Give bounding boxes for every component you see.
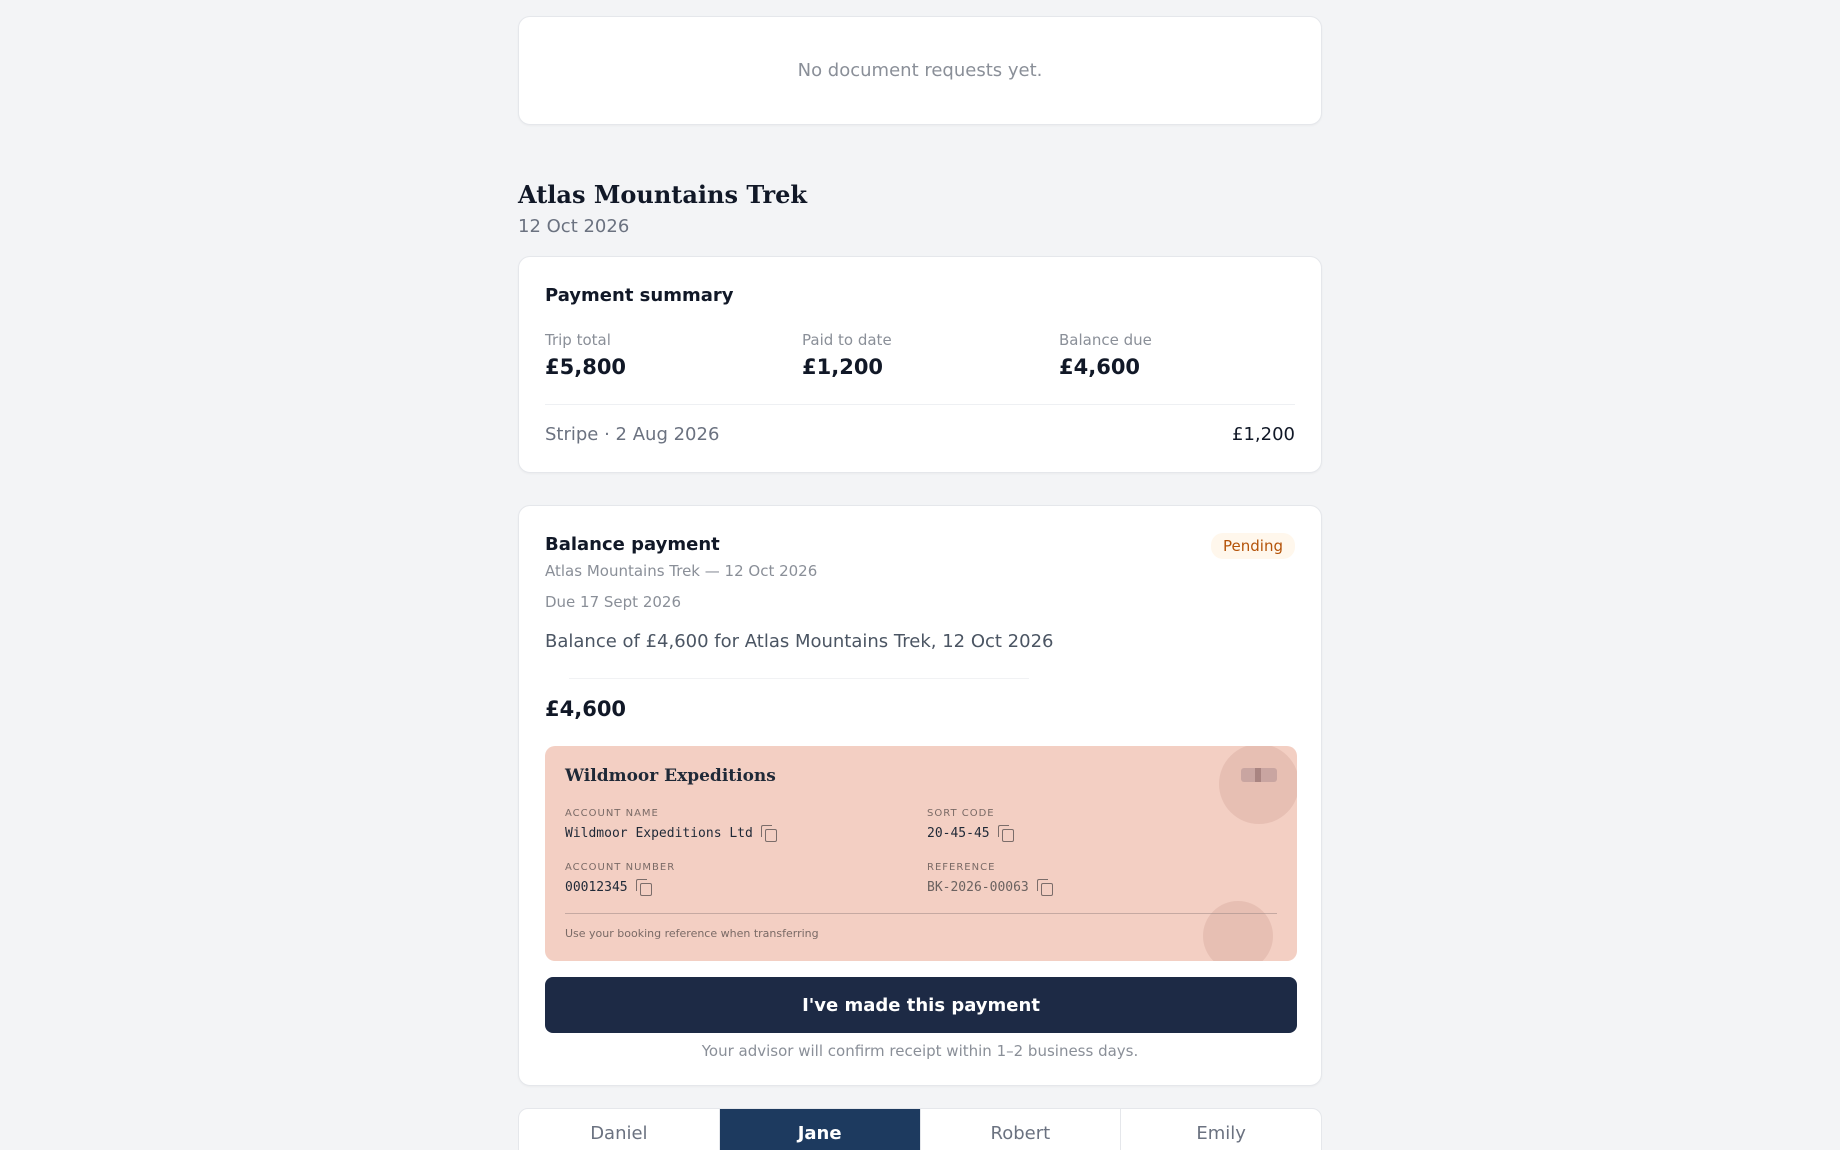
trip-title: Atlas Mountains Trek — [518, 180, 808, 209]
due-date: Due 17 Sept 2026 — [545, 593, 682, 611]
decorative-circle — [1219, 746, 1297, 824]
copy-icon[interactable] — [760, 825, 777, 842]
field-label: ACCOUNT NUMBER — [565, 862, 676, 873]
stat-value: £4,600 — [1059, 355, 1141, 379]
stat-paid-to-date: Paid to date £1,200 — [802, 331, 892, 379]
stat-value: £1,200 — [802, 355, 884, 379]
bank-note: Use your booking reference when transfer… — [565, 927, 819, 940]
account-number-field: ACCOUNT NUMBER 00012345 — [565, 862, 676, 896]
field-value-row: BK-2026-00063 — [927, 879, 1053, 896]
copy-icon[interactable] — [1036, 879, 1053, 896]
divider — [569, 678, 1029, 679]
field-label: SORT CODE — [927, 808, 995, 819]
field-value-row: 20-45-45 — [927, 825, 1014, 842]
tab-jane[interactable]: Jane — [719, 1109, 921, 1150]
payment-summary-heading: Payment summary — [545, 285, 734, 306]
account-number-value: 00012345 — [565, 879, 628, 895]
balance-payment-card: Balance payment Pending Atlas Mountains … — [518, 505, 1322, 1086]
stat-balance-due: Balance due £4,600 — [1059, 331, 1152, 379]
sort-code-value: 20-45-45 — [927, 825, 990, 841]
stat-label: Balance due — [1059, 331, 1152, 349]
stat-label: Paid to date — [802, 331, 892, 349]
balance-payment-subtitle: Atlas Mountains Trek — 12 Oct 2026 — [545, 562, 818, 580]
copy-icon[interactable] — [635, 879, 652, 896]
divider — [565, 913, 1277, 914]
card-chip-icon — [1241, 768, 1277, 782]
decorative-circle — [1203, 901, 1273, 961]
transaction-row: Stripe · 2 Aug 2026 £1,200 — [545, 424, 1295, 445]
trip-date: 12 Oct 2026 — [518, 216, 630, 237]
payment-made-button[interactable]: I've made this payment — [545, 977, 1297, 1033]
sort-code-field: SORT CODE 20-45-45 — [927, 808, 1014, 842]
account-name-field: ACCOUNT NAME Wildmoor Expeditions Ltd — [565, 808, 777, 842]
payment-summary-card: Payment summary Trip total £5,800 Paid t… — [518, 256, 1322, 473]
documents-empty-text: No document requests yet. — [797, 60, 1043, 81]
stat-value: £5,800 — [545, 355, 627, 379]
bank-details-panel: Wildmoor Expeditions ACCOUNT NAME Wildmo… — [545, 746, 1297, 961]
documents-card: No document requests yet. — [518, 16, 1322, 125]
stat-trip-total: Trip total £5,800 — [545, 331, 626, 379]
field-label: ACCOUNT NAME — [565, 808, 659, 819]
account-name-value: Wildmoor Expeditions Ltd — [565, 825, 753, 841]
copy-icon[interactable] — [997, 825, 1014, 842]
field-value-row: 00012345 — [565, 879, 675, 896]
balance-payment-heading: Balance payment — [545, 534, 720, 555]
traveller-tabs: Daniel Jane Robert Emily — [518, 1108, 1322, 1150]
tab-emily[interactable]: Emily — [1121, 1109, 1321, 1150]
reference-field: REFERENCE BK-2026-00063 — [927, 862, 1053, 896]
tab-robert[interactable]: Robert — [921, 1109, 1122, 1150]
stat-label: Trip total — [545, 331, 611, 349]
balance-amount: £4,600 — [545, 697, 627, 721]
status-badge: Pending — [1211, 533, 1295, 559]
field-label: REFERENCE — [927, 862, 996, 873]
balance-description: Balance of £4,600 for Atlas Mountains Tr… — [545, 631, 1054, 652]
transaction-label: Stripe · 2 Aug 2026 — [545, 424, 720, 445]
divider — [545, 404, 1295, 405]
bank-company-name: Wildmoor Expeditions — [565, 766, 776, 786]
transaction-amount: £1,200 — [1232, 424, 1295, 445]
confirmation-note: Your advisor will confirm receipt within… — [701, 1042, 1139, 1060]
tab-daniel[interactable]: Daniel — [519, 1109, 720, 1150]
field-value-row: Wildmoor Expeditions Ltd — [565, 825, 777, 842]
reference-value: BK-2026-00063 — [927, 879, 1029, 895]
